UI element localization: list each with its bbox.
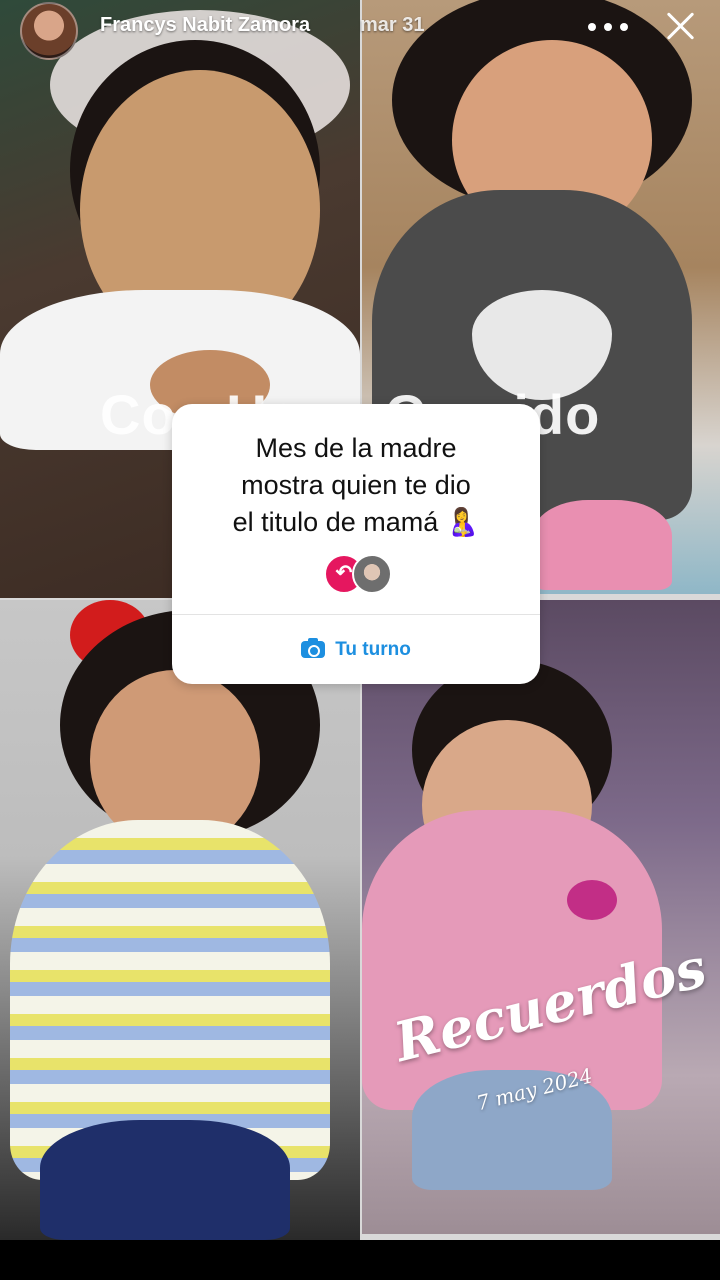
more-horizontal-icon[interactable] bbox=[586, 12, 630, 42]
responder-avatar bbox=[352, 554, 392, 594]
question-sticker[interactable]: Mes de la madre mostra quien te dio el t… bbox=[172, 404, 540, 684]
your-turn-button[interactable]: Tu turno bbox=[172, 638, 540, 661]
username[interactable]: Francys Nabit Zamora bbox=[100, 14, 310, 37]
sticker-divider bbox=[172, 614, 540, 615]
question-text: Mes de la madre mostra quien te dio el t… bbox=[232, 433, 480, 537]
post-timestamp: mar 31 bbox=[360, 14, 425, 36]
close-icon[interactable] bbox=[662, 8, 698, 44]
photo-bottom-left bbox=[0, 600, 360, 1240]
photo-bottom-right bbox=[362, 600, 720, 1234]
story-header: Francys Nabit Zamora mar 31 bbox=[0, 0, 720, 60]
reply-indicator: ↶ bbox=[324, 554, 394, 594]
bottom-bar bbox=[0, 1240, 720, 1280]
camera-icon bbox=[301, 638, 326, 658]
your-turn-label: Tu turno bbox=[335, 639, 411, 660]
story-canvas[interactable]: Co...Uso...Crecido Mes de la madre mostr… bbox=[0, 0, 720, 1240]
profile-avatar[interactable] bbox=[20, 2, 78, 60]
